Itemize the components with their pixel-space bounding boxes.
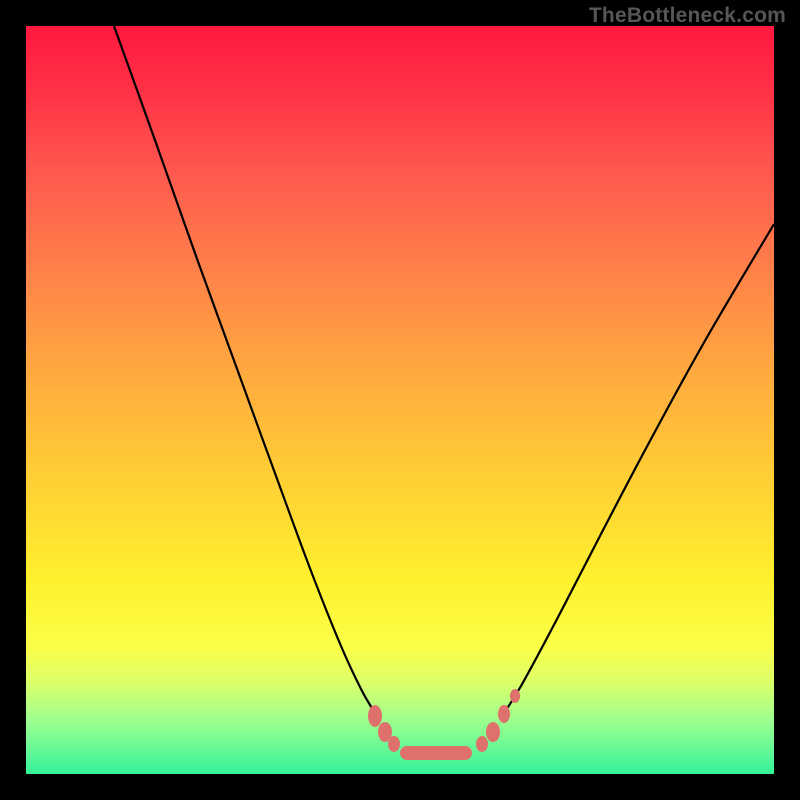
left-arc-line	[114, 26, 375, 713]
bottleneck-curve-chart	[26, 26, 774, 774]
watermark-text: TheBottleneck.com	[589, 4, 786, 28]
right-arc-line	[504, 224, 774, 713]
gradient-plot-area	[26, 26, 774, 774]
bottom-marker-cluster	[368, 689, 520, 760]
marker-pill	[400, 746, 472, 760]
chart-frame: TheBottleneck.com	[0, 0, 800, 800]
marker-dot	[486, 722, 500, 742]
marker-dot	[476, 736, 488, 752]
marker-dot	[510, 689, 520, 703]
marker-dot	[498, 705, 510, 723]
marker-dot	[368, 705, 382, 727]
marker-dot	[388, 736, 400, 752]
